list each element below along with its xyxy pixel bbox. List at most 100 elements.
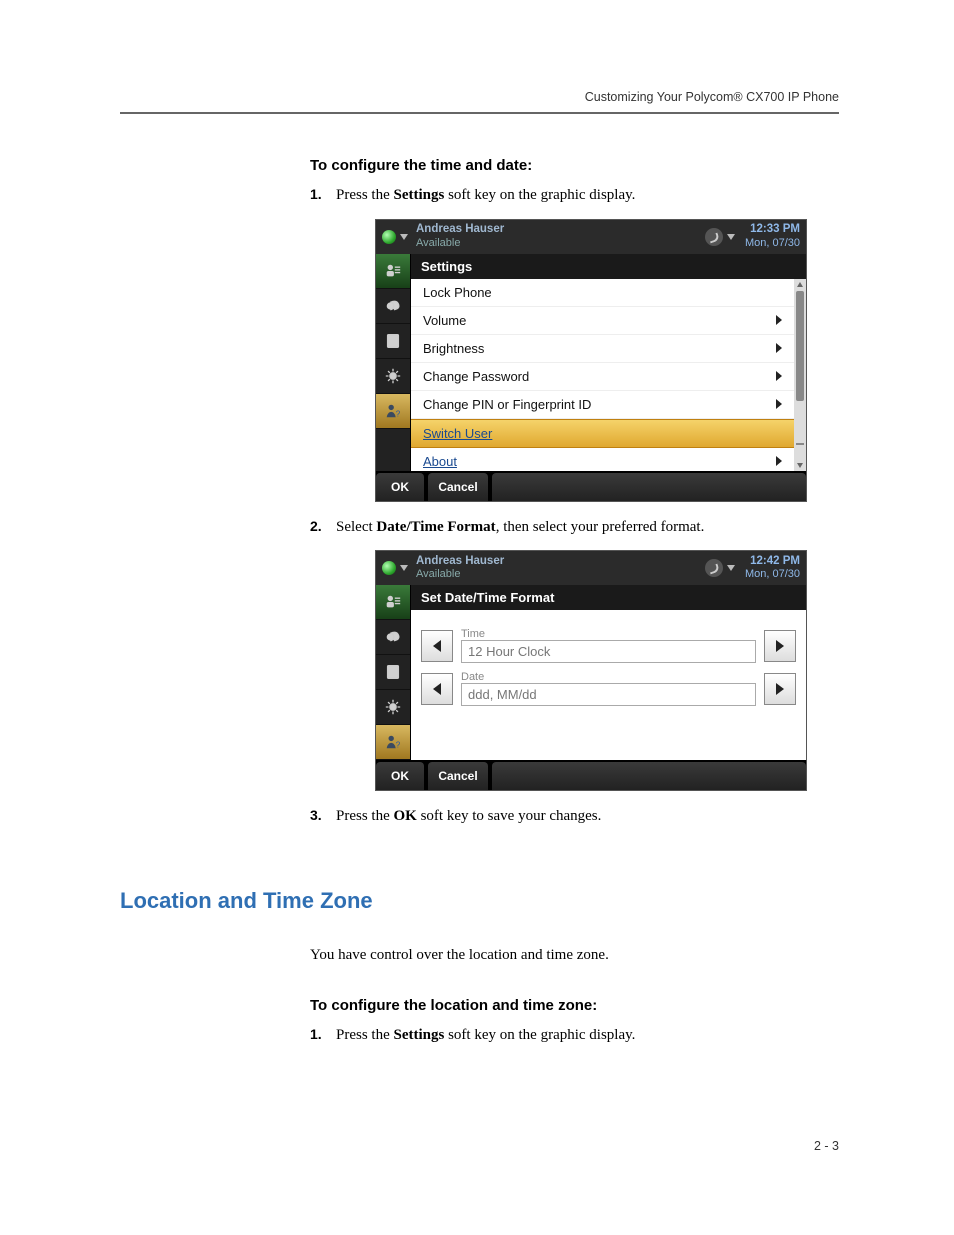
- item-label: Change Password: [423, 369, 529, 384]
- step-1: 1. Press the Settings soft key on the gr…: [310, 184, 839, 207]
- presence-dropdown-icon: [400, 565, 408, 571]
- softkey-spacer: [492, 473, 806, 501]
- date-field-value: ddd, MM/dd: [461, 683, 756, 706]
- phone-screenshot-settings: Andreas Hauser Available 12:33 PM Mon, 0…: [375, 219, 807, 502]
- call-forward-icon: [705, 559, 723, 577]
- step-number: 2.: [310, 516, 322, 537]
- chevron-right-icon: [776, 399, 782, 409]
- tab-settings[interactable]: [376, 690, 410, 725]
- step-text-bold: OK: [394, 808, 417, 824]
- phone-screenshot-datetime-format: Andreas Hauser Available 12:42 PM Mon, 0…: [375, 550, 807, 791]
- settings-item-change-password[interactable]: Change Password: [411, 363, 794, 391]
- voicemail-icon: [384, 297, 402, 315]
- help-user-icon: ?: [384, 733, 402, 751]
- scroll-thumb[interactable]: [796, 291, 804, 401]
- step-number: 3.: [310, 805, 322, 826]
- chevron-right-icon: [776, 371, 782, 381]
- procedure-heading-location-timezone: To configure the location and time zone:: [310, 997, 839, 1014]
- tab-voicemail[interactable]: [376, 289, 410, 324]
- step-text-pre: Press the: [336, 187, 394, 203]
- clock: 12:33 PM Mon, 07/30: [745, 223, 800, 249]
- tab-call-log[interactable]: [376, 655, 410, 690]
- triangle-right-icon: [776, 683, 784, 695]
- triangle-left-icon: [433, 640, 441, 652]
- settings-panel: Settings Lock Phone Volume Brightnes: [411, 254, 806, 471]
- phone-status-bar: Andreas Hauser Available 12:42 PM Mon, 0…: [376, 551, 806, 585]
- time-next-button[interactable]: [764, 630, 796, 662]
- step-text-post: , then select your preferred format.: [496, 519, 705, 535]
- page-number: 2 - 3: [814, 1139, 839, 1153]
- user-identity: Andreas Hauser Available: [416, 555, 705, 581]
- call-log-icon: [384, 663, 402, 681]
- step-text-post: soft key on the graphic display.: [444, 187, 635, 203]
- step-text-bold: Settings: [394, 187, 445, 203]
- chevron-right-icon: [776, 456, 782, 466]
- presence-dropdown-icon: [400, 234, 408, 240]
- side-tab-bar: ?: [376, 254, 411, 471]
- tab-call-log[interactable]: [376, 324, 410, 359]
- softkey-bar: OK Cancel: [376, 760, 806, 790]
- gear-icon: [384, 367, 402, 385]
- tab-contacts[interactable]: [376, 585, 410, 620]
- settings-item-lock-phone[interactable]: Lock Phone: [411, 279, 794, 307]
- softkey-cancel[interactable]: Cancel: [428, 473, 488, 501]
- step-text-pre: Press the: [336, 1027, 394, 1043]
- softkey-bar: OK Cancel: [376, 471, 806, 501]
- settings-item-brightness[interactable]: Brightness: [411, 335, 794, 363]
- scrollbar[interactable]: [794, 279, 806, 471]
- procedure-heading-time-date: To configure the time and date:: [310, 157, 839, 174]
- step-3: 3. Press the OK soft key to save your ch…: [310, 805, 839, 828]
- item-label: Switch User: [423, 426, 492, 441]
- time-format-row: Time 12 Hour Clock: [421, 628, 796, 663]
- call-forward-dropdown-icon: [727, 234, 735, 240]
- tab-voicemail[interactable]: [376, 620, 410, 655]
- contacts-icon: [384, 593, 402, 611]
- softkey-cancel[interactable]: Cancel: [428, 762, 488, 790]
- item-label: About: [423, 454, 457, 469]
- user-name: Andreas Hauser: [416, 223, 705, 236]
- tab-help[interactable]: ?: [376, 394, 410, 429]
- settings-item-about[interactable]: About: [411, 448, 794, 471]
- scroll-track-mark: [796, 443, 804, 445]
- gear-icon: [384, 698, 402, 716]
- softkey-spacer: [492, 762, 806, 790]
- softkey-ok[interactable]: OK: [376, 762, 424, 790]
- time-field-label: Time: [461, 628, 756, 640]
- item-label: Volume: [423, 313, 466, 328]
- item-label: Brightness: [423, 341, 484, 356]
- step-number: 1.: [310, 1024, 322, 1045]
- voicemail-icon: [384, 628, 402, 646]
- triangle-left-icon: [433, 683, 441, 695]
- date-format-row: Date ddd, MM/dd: [421, 671, 796, 706]
- time-prev-button[interactable]: [421, 630, 453, 662]
- help-user-icon: ?: [384, 402, 402, 420]
- chevron-right-icon: [776, 315, 782, 325]
- step-number: 1.: [310, 184, 322, 205]
- settings-item-change-pin[interactable]: Change PIN or Fingerprint ID: [411, 391, 794, 419]
- call-forward-icon: [705, 228, 723, 246]
- clock: 12:42 PM Mon, 07/30: [745, 555, 800, 581]
- tab-help[interactable]: ?: [376, 725, 410, 760]
- svg-text:?: ?: [396, 409, 401, 418]
- tab-contacts[interactable]: [376, 254, 410, 289]
- call-log-icon: [384, 332, 402, 350]
- settings-item-volume[interactable]: Volume: [411, 307, 794, 335]
- settings-list: Lock Phone Volume Brightness: [411, 279, 794, 471]
- settings-item-switch-user[interactable]: Switch User: [411, 419, 794, 448]
- item-label: Lock Phone: [423, 285, 492, 300]
- header-rule: [120, 112, 839, 114]
- side-tab-bar: ?: [376, 585, 411, 760]
- step-text-pre: Select: [336, 519, 376, 535]
- softkey-ok[interactable]: OK: [376, 473, 424, 501]
- phone-status-bar: Andreas Hauser Available 12:33 PM Mon, 0…: [376, 220, 806, 254]
- call-forward-dropdown-icon: [727, 565, 735, 571]
- clock-date: Mon, 07/30: [745, 237, 800, 249]
- date-prev-button[interactable]: [421, 673, 453, 705]
- date-next-button[interactable]: [764, 673, 796, 705]
- date-field-label: Date: [461, 671, 756, 683]
- step-2: 2. Select Date/Time Format, then select …: [310, 516, 839, 539]
- item-label: Change PIN or Fingerprint ID: [423, 397, 591, 412]
- step-text-bold: Settings: [394, 1027, 445, 1043]
- tab-settings[interactable]: [376, 359, 410, 394]
- section-intro: You have control over the location and t…: [310, 944, 839, 967]
